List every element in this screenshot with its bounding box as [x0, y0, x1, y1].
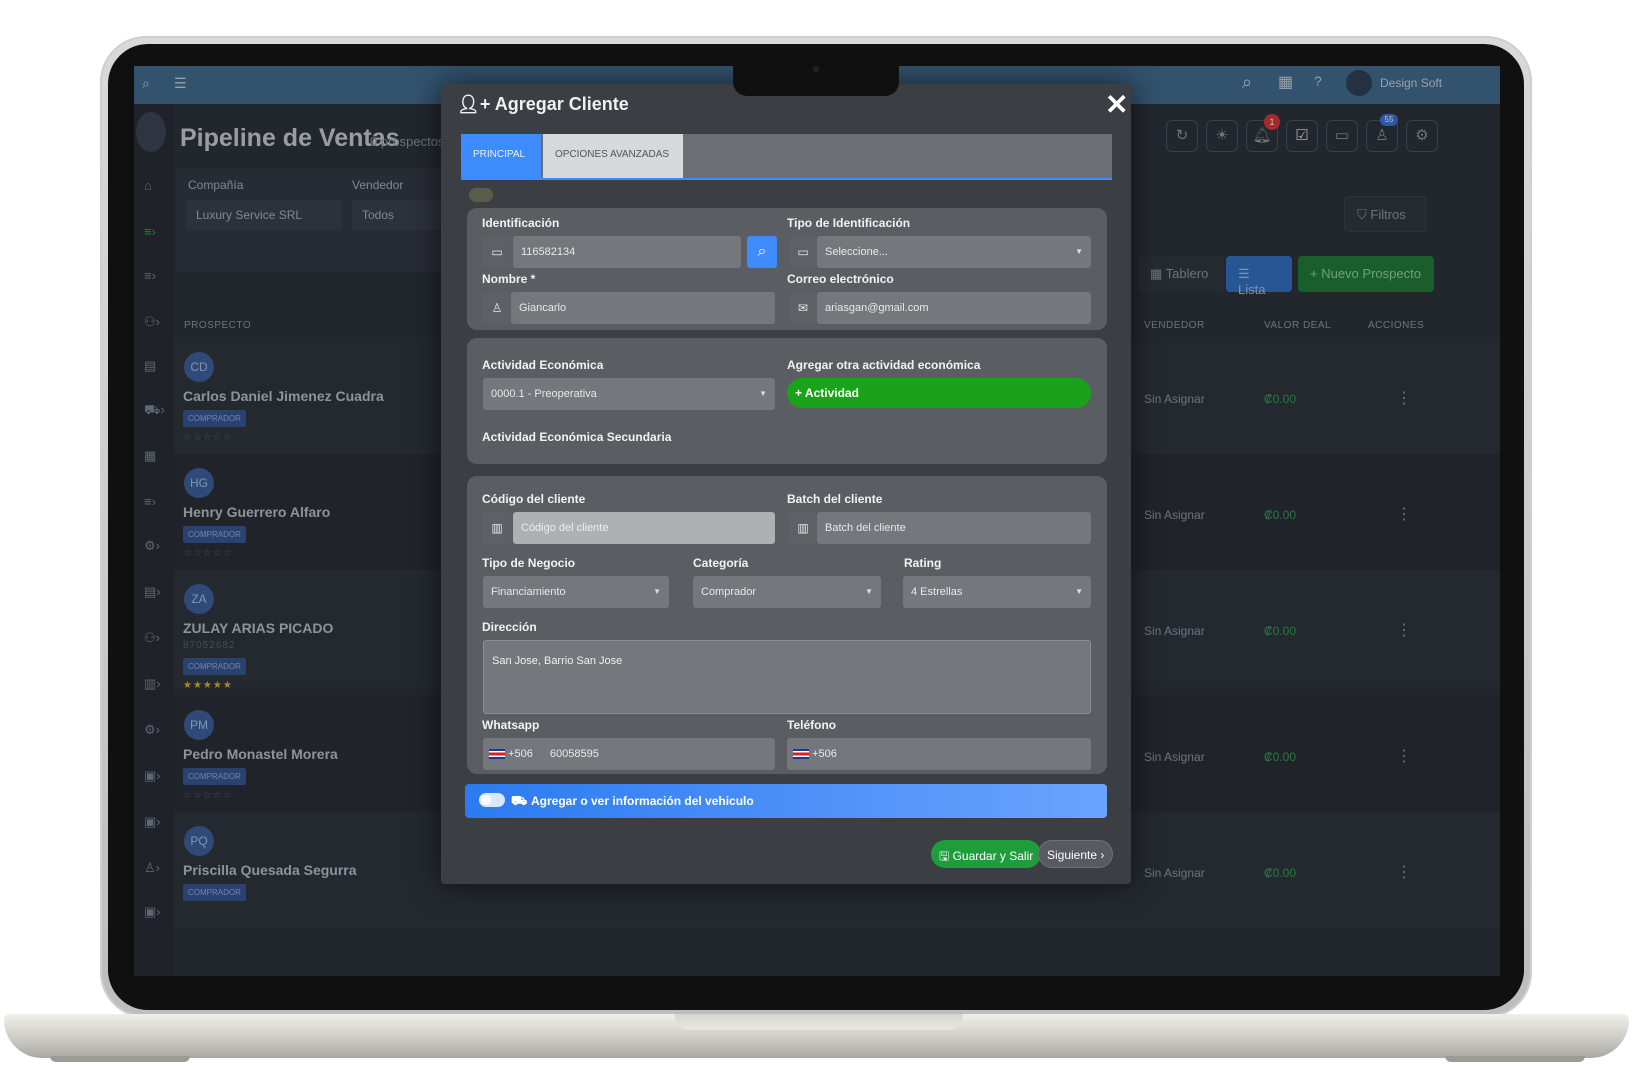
car-icon: ⛟ — [511, 793, 528, 808]
save-icon: 🖫︎ — [939, 849, 953, 863]
barcode-icon: ▥ — [789, 512, 817, 544]
next-label: Siguiente — [1047, 848, 1098, 862]
save-and-exit-button[interactable]: 🖫︎ Guardar y Salir — [931, 840, 1042, 868]
details-panel: Código del cliente Batch del cliente ▥ C… — [467, 476, 1107, 774]
id-type-select[interactable]: Seleccione... ▼ — [817, 236, 1091, 268]
business-type-value: Financiamiento — [491, 586, 566, 598]
id-type-label: Tipo de Identificación — [787, 216, 911, 230]
camera-icon — [813, 66, 819, 72]
activity-label: Actividad Económica — [482, 358, 604, 372]
address-label: Dirección — [482, 620, 537, 634]
envelope-icon: ✉ — [789, 292, 817, 324]
chevron-down-icon: ▼ — [865, 587, 873, 596]
vehicle-toggle-label: Agregar o ver información del vehiculo — [531, 794, 754, 808]
phone-label: Teléfono — [787, 718, 837, 732]
chevron-down-icon: ▼ — [1075, 587, 1083, 596]
add-activity-label: Agregar otra actividad económica — [787, 358, 981, 372]
save-label: Guardar y Salir — [952, 849, 1034, 863]
user-plus-icon: 👤︎+ — [457, 94, 495, 114]
whatsapp-field[interactable]: +506 60058595 — [483, 738, 775, 770]
chevron-down-icon: ▼ — [653, 587, 661, 596]
secondary-activity-label: Actividad Económica Secundaria — [482, 430, 672, 444]
costa-rica-flag-icon — [489, 749, 505, 760]
phone-country-code[interactable]: +506 — [812, 748, 837, 760]
whatsapp-country-code[interactable]: +506 — [508, 748, 533, 760]
activity-value: 0000.1 - Preoperativa — [491, 388, 597, 400]
activity-panel: Actividad Económica Agregar otra activid… — [467, 338, 1107, 464]
chevron-down-icon: ▼ — [1075, 247, 1083, 256]
user-icon: ♙ — [483, 292, 511, 324]
barcode-icon: ▥ — [483, 512, 511, 544]
name-label: Nombre * — [482, 272, 536, 286]
name-field[interactable]: Giancarlo — [511, 292, 775, 324]
rating-label: Rating — [904, 556, 942, 570]
chevron-right-icon: › — [1097, 848, 1105, 862]
laptop-foot — [50, 1056, 190, 1062]
category-value: Comprador — [701, 586, 757, 598]
business-type-select[interactable]: Financiamiento ▼ — [483, 576, 669, 608]
chevron-down-icon: ▼ — [759, 389, 767, 398]
modal-title: 👤︎+ Agregar Cliente — [457, 94, 629, 115]
add-client-modal: 👤︎+ Agregar Cliente ✕ PRINCIPAL OPCIONES… — [441, 84, 1131, 884]
whatsapp-number: 60058595 — [549, 748, 599, 760]
id-card-icon: ▭ — [789, 236, 817, 268]
id-card-icon: ▭ — [483, 236, 511, 268]
client-code-field[interactable]: Código del cliente — [513, 512, 775, 544]
phone-field[interactable]: +506 — [787, 738, 1091, 770]
vehicle-info-bar[interactable]: ⛟ Agregar o ver información del vehiculo — [465, 784, 1107, 818]
email-label: Correo electrónico — [787, 272, 894, 286]
whatsapp-label: Whatsapp — [482, 718, 540, 732]
category-select[interactable]: Comprador ▼ — [693, 576, 881, 608]
identification-panel: Identificación Tipo de Identificación ▭ … — [467, 208, 1107, 330]
rating-select[interactable]: 4 Estrellas ▼ — [903, 576, 1091, 608]
search-button[interactable]: ⌕ — [747, 236, 777, 268]
close-icon[interactable]: ✕ — [1105, 88, 1128, 121]
address-field[interactable]: San Jose, Barrio San Jose — [483, 640, 1091, 714]
stage: ⌕ ☰ ⌕ ▦ ? Design Soft ⌂ ≡› ≡› ⚇› ▤ ⛟› ▦ … — [0, 0, 1633, 1088]
id-type-value: Seleccione... — [825, 246, 888, 258]
business-type-label: Tipo de Negocio — [482, 556, 576, 570]
vehicle-toggle[interactable] — [479, 793, 505, 807]
activity-select[interactable]: 0000.1 - Preoperativa ▼ — [483, 378, 775, 410]
add-activity-button[interactable]: + Actividad — [787, 378, 1091, 408]
identification-field[interactable]: 116582134 — [513, 236, 741, 268]
tab-principal[interactable]: PRINCIPAL — [461, 134, 541, 178]
laptop-foot — [1445, 1056, 1585, 1062]
tab-bar: PRINCIPAL OPCIONES AVANZADAS — [461, 134, 1112, 180]
client-code-label: Código del cliente — [482, 492, 586, 506]
batch-field[interactable]: Batch del cliente — [817, 512, 1091, 544]
screen: ⌕ ☰ ⌕ ▦ ? Design Soft ⌂ ≡› ≡› ⚇› ▤ ⛟› ▦ … — [134, 66, 1500, 976]
status-indicator — [469, 188, 493, 202]
costa-rica-flag-icon — [793, 749, 809, 760]
category-label: Categoría — [693, 556, 749, 570]
batch-label: Batch del cliente — [787, 492, 883, 506]
identification-label: Identificación — [482, 216, 560, 230]
modal-title-text: Agregar Cliente — [494, 94, 629, 114]
rating-value: 4 Estrellas — [911, 586, 963, 598]
laptop-base-notch — [675, 1014, 963, 1030]
email-field[interactable]: ariasgan@gmail.com — [817, 292, 1091, 324]
next-button[interactable]: Siguiente › — [1038, 840, 1114, 868]
tab-advanced-options[interactable]: OPCIONES AVANZADAS — [543, 134, 683, 178]
